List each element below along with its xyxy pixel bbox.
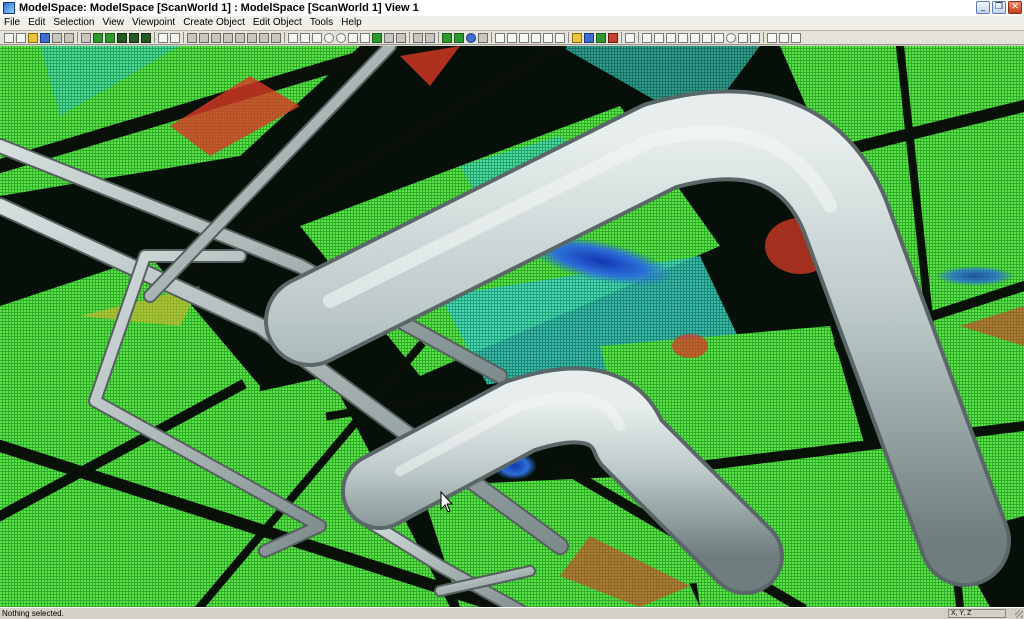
- toolbar-separator: [183, 32, 184, 43]
- menu-help[interactable]: Help: [337, 16, 366, 30]
- restore-button[interactable]: ❐: [992, 1, 1006, 14]
- toolbar-separator: [763, 32, 764, 43]
- align-icon[interactable]: [271, 32, 281, 43]
- close-button[interactable]: ✕: [1008, 1, 1022, 14]
- menu-view[interactable]: View: [99, 16, 129, 30]
- point-size-icon[interactable]: [81, 32, 91, 43]
- lasso-select-icon[interactable]: [750, 32, 760, 43]
- paste-icon[interactable]: [211, 32, 221, 43]
- intensity-icon[interactable]: [608, 32, 618, 43]
- color-map-green-4-icon[interactable]: [129, 32, 139, 43]
- pan-icon[interactable]: [288, 32, 298, 43]
- zoom-in-icon[interactable]: [300, 32, 310, 43]
- toolbar-separator: [491, 32, 492, 43]
- menu-tools[interactable]: Tools: [306, 16, 337, 30]
- cube-view-3-icon[interactable]: [791, 32, 801, 43]
- zoom-out-icon[interactable]: [312, 32, 322, 43]
- app-icon[interactable]: [3, 2, 15, 14]
- list-icon[interactable]: [247, 32, 257, 43]
- mesh-icon[interactable]: [584, 32, 594, 43]
- zoom-extents-icon[interactable]: [324, 32, 334, 43]
- window-title: ModelSpace: ModelSpace [ScanWorld 1] : M…: [19, 2, 419, 14]
- move-icon[interactable]: [690, 32, 700, 43]
- region-grow-icon[interactable]: [495, 32, 505, 43]
- region-grow-4-icon[interactable]: [531, 32, 541, 43]
- color-map-green-5-icon[interactable]: [141, 32, 151, 43]
- select-arrow-icon[interactable]: [642, 32, 652, 43]
- region-grow-2-icon[interactable]: [507, 32, 517, 43]
- region-grow-5-icon[interactable]: [543, 32, 553, 43]
- rotate-select-icon[interactable]: [666, 32, 676, 43]
- point-cloud-viewport[interactable]: [0, 46, 1024, 607]
- status-message: Nothing selected.: [2, 609, 64, 618]
- resize-grip-icon[interactable]: [1015, 610, 1023, 618]
- minimize-button[interactable]: _: [976, 1, 990, 14]
- layers-icon[interactable]: [396, 32, 406, 43]
- save-icon[interactable]: [40, 32, 50, 43]
- fit-plane-icon[interactable]: [478, 32, 488, 43]
- cube-view-icon[interactable]: [767, 32, 777, 43]
- window-controls: _ ❐ ✕: [976, 1, 1022, 14]
- title-bar: ModelSpace: ModelSpace [ScanWorld 1] : M…: [0, 0, 1024, 17]
- fit-elbow-icon[interactable]: [454, 32, 464, 43]
- toolbar-separator: [409, 32, 410, 43]
- open-icon[interactable]: [28, 32, 38, 43]
- status-bar: Nothing selected. X, Y, Z: [0, 607, 1024, 619]
- picking-tool-icon[interactable]: [4, 32, 14, 43]
- color-map-green-3-icon[interactable]: [117, 32, 127, 43]
- stack-icon[interactable]: [413, 32, 423, 43]
- coordinates-readout: X, Y, Z: [948, 609, 1006, 618]
- grid-icon[interactable]: [259, 32, 269, 43]
- toolbar-separator: [77, 32, 78, 43]
- seek-icon[interactable]: [336, 32, 346, 43]
- print-icon[interactable]: [52, 32, 62, 43]
- toolbar-separator: [284, 32, 285, 43]
- hand-icon[interactable]: [625, 32, 635, 43]
- select-arrow-plus-icon[interactable]: [654, 32, 664, 43]
- cross-select-icon[interactable]: [702, 32, 712, 43]
- color-map-green-1-icon[interactable]: [93, 32, 103, 43]
- color-map-green-2-icon[interactable]: [105, 32, 115, 43]
- copy-icon[interactable]: [199, 32, 209, 43]
- hand-select-icon[interactable]: [678, 32, 688, 43]
- toolbar-separator: [438, 32, 439, 43]
- point-cloud-render[interactable]: [0, 46, 1024, 607]
- circle-select-icon[interactable]: [726, 32, 736, 43]
- clip-icon[interactable]: [372, 32, 382, 43]
- rotate-icon[interactable]: [348, 32, 358, 43]
- region-grow-6-icon[interactable]: [555, 32, 565, 43]
- texture-icon[interactable]: [596, 32, 606, 43]
- toolbar-separator: [154, 32, 155, 43]
- measure-icon[interactable]: [384, 32, 394, 43]
- undo-icon[interactable]: [158, 32, 168, 43]
- fence-icon[interactable]: [360, 32, 370, 43]
- menu-bar: File Edit Selection View Viewpoint Creat…: [0, 16, 1024, 31]
- main-toolbar: [0, 31, 1024, 45]
- menu-viewpoint[interactable]: Viewpoint: [128, 16, 179, 30]
- toolbar-separator: [638, 32, 639, 43]
- fit-sphere-icon[interactable]: [466, 32, 476, 43]
- polygon-select-icon[interactable]: [738, 32, 748, 43]
- model-icon[interactable]: [572, 32, 582, 43]
- rectangle-select-icon[interactable]: [714, 32, 724, 43]
- cut-icon[interactable]: [187, 32, 197, 43]
- redo-icon[interactable]: [170, 32, 180, 43]
- registration-icon[interactable]: [425, 32, 435, 43]
- menu-edit[interactable]: Edit: [24, 16, 49, 30]
- new-icon[interactable]: [16, 32, 26, 43]
- toolbar-separator: [621, 32, 622, 43]
- menu-edit-object[interactable]: Edit Object: [249, 16, 306, 30]
- cube-view-2-icon[interactable]: [779, 32, 789, 43]
- fit-cylinder-icon[interactable]: [442, 32, 452, 43]
- menu-file[interactable]: File: [0, 16, 24, 30]
- region-grow-3-icon[interactable]: [519, 32, 529, 43]
- menu-create-object[interactable]: Create Object: [179, 16, 249, 30]
- menu-selection[interactable]: Selection: [49, 16, 98, 30]
- delete-icon[interactable]: [223, 32, 233, 43]
- table-icon[interactable]: [235, 32, 245, 43]
- properties-icon[interactable]: [64, 32, 74, 43]
- toolbar-separator: [568, 32, 569, 43]
